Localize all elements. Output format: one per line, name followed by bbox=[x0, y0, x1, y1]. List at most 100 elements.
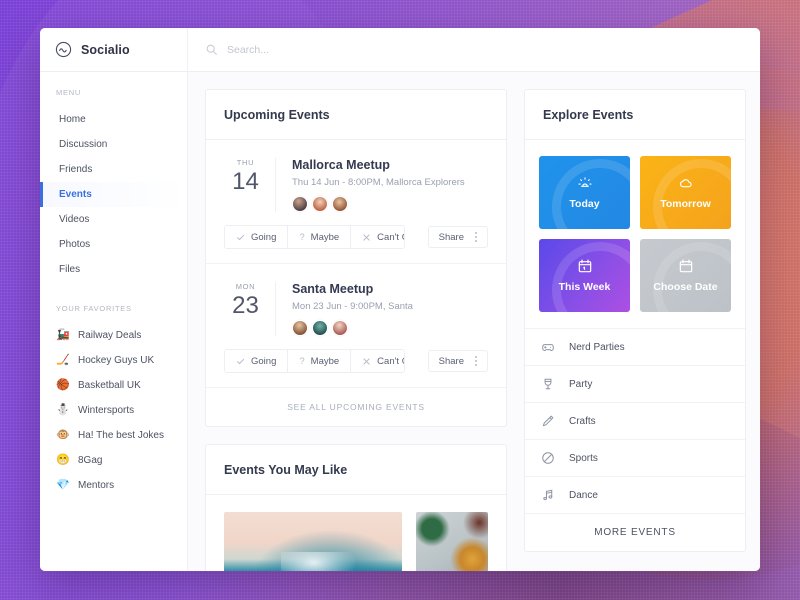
sidebar-item-label: Friends bbox=[59, 164, 93, 175]
sidebar-menu-label: MENU bbox=[56, 88, 82, 97]
sidebar-item-label: Discussion bbox=[59, 139, 108, 150]
avatar[interactable] bbox=[332, 196, 348, 212]
avatar[interactable] bbox=[292, 320, 308, 336]
category-label: Party bbox=[569, 378, 593, 390]
favorite-item-basketball-uk[interactable]: 🏀 Basketball UK bbox=[40, 373, 187, 398]
explore-tile-today[interactable]: Today bbox=[539, 156, 630, 229]
favorite-item-label: Ha! The best Jokes bbox=[78, 430, 164, 441]
explore-tile-label: This Week bbox=[558, 281, 611, 293]
pencil-icon bbox=[542, 415, 554, 427]
rsvp-button-group: Going ? Maybe Can't Go bbox=[224, 349, 405, 373]
event-row[interactable]: MON 23 Santa Meetup Mon 23 Jun - 9:00PM,… bbox=[206, 264, 506, 388]
explore-tiles-grid: Today Tomorrow This Week Choose Date bbox=[525, 140, 745, 328]
favorite-item-label: Mentors bbox=[78, 480, 115, 491]
section-title: Events You May Like bbox=[224, 462, 348, 477]
category-label: Nerd Parties bbox=[569, 341, 625, 353]
favorite-item-label: Hockey Guys UK bbox=[78, 355, 155, 366]
sun-icon bbox=[577, 177, 592, 187]
maybe-button[interactable]: ? Maybe bbox=[288, 226, 352, 248]
ball-icon bbox=[542, 452, 554, 464]
search-input[interactable] bbox=[227, 43, 487, 56]
category-label: Sports bbox=[569, 452, 598, 464]
sidebar-item-label: Photos bbox=[59, 239, 91, 250]
category-item-party[interactable]: Party bbox=[525, 365, 745, 402]
see-all-upcoming-events-link[interactable]: SEE ALL UPCOMING EVENTS bbox=[206, 388, 506, 426]
event-weekday: THU bbox=[236, 158, 255, 167]
category-item-dance[interactable]: Dance bbox=[525, 476, 745, 513]
avatar[interactable] bbox=[292, 196, 308, 212]
share-button[interactable]: Share bbox=[427, 226, 488, 248]
favorite-item-wintersports[interactable]: ⛄ Wintersports bbox=[40, 398, 187, 423]
grinning-face-emoji-icon: 😁 bbox=[56, 454, 70, 466]
avatar[interactable] bbox=[332, 320, 348, 336]
favorite-item-label: Railway Deals bbox=[78, 330, 142, 341]
event-title: Mallorca Meetup bbox=[292, 158, 390, 172]
going-button-label: Going bbox=[251, 231, 277, 243]
event-date-badge: THU 14 bbox=[224, 158, 276, 212]
maybe-button-label: Maybe bbox=[310, 231, 340, 243]
favorite-item-8gag[interactable]: 😁 8Gag bbox=[40, 448, 187, 473]
calendar-icon bbox=[578, 259, 591, 273]
wave-circle-icon bbox=[55, 41, 72, 58]
sidebar-item-files[interactable]: Files bbox=[40, 257, 187, 282]
explore-tile-choose-date[interactable]: Choose Date bbox=[640, 239, 731, 312]
basketball-emoji-icon: 🏀 bbox=[56, 379, 70, 391]
sidebar-item-videos[interactable]: Videos bbox=[40, 207, 187, 232]
app-window: Socialio MENU Home Discussion Friends Ev… bbox=[40, 28, 760, 571]
sidebar-item-discussion[interactable]: Discussion bbox=[40, 132, 187, 157]
sidebar-item-friends[interactable]: Friends bbox=[40, 157, 187, 182]
explore-tile-tomorrow[interactable]: Tomorrow bbox=[640, 156, 731, 229]
favorite-item-ha-the-best-jokes[interactable]: 🐵 Ha! The best Jokes bbox=[40, 423, 187, 448]
maybe-button[interactable]: ? Maybe bbox=[288, 350, 352, 372]
maybe-button-label: Maybe bbox=[310, 355, 340, 367]
favorite-item-railway-deals[interactable]: 🚂 Railway Deals bbox=[40, 323, 187, 348]
favorite-item-mentors[interactable]: 💎 Mentors bbox=[40, 473, 187, 498]
explore-events-card: Explore Events Today Tomorrow This Week … bbox=[524, 89, 746, 552]
cant-go-button-label: Can't Go bbox=[377, 355, 403, 367]
avatar[interactable] bbox=[312, 320, 328, 336]
event-row[interactable]: THU 14 Mallorca Meetup Thu 14 Jun - 8:00… bbox=[206, 140, 506, 264]
events-you-may-like-list bbox=[206, 495, 506, 571]
sidebar: MENU Home Discussion Friends Events Vide… bbox=[40, 72, 188, 571]
favorite-item-label: Wintersports bbox=[78, 405, 135, 416]
more-events-link[interactable]: MORE EVENTS bbox=[525, 513, 745, 551]
sidebar-favorites-label: YOUR FAVORITES bbox=[56, 304, 132, 313]
favorite-item-hockey-guys-uk[interactable]: 🏒 Hockey Guys UK bbox=[40, 348, 187, 373]
cant-go-button[interactable]: Can't Go bbox=[351, 350, 404, 372]
explore-events-header: Explore Events bbox=[525, 90, 745, 140]
explore-tile-label: Today bbox=[569, 198, 600, 210]
calendar-icon bbox=[679, 259, 692, 273]
monkey-emoji-icon: 🐵 bbox=[56, 429, 70, 441]
event-thumbnail-surfer[interactable] bbox=[224, 512, 402, 571]
category-item-crafts[interactable]: Crafts bbox=[525, 402, 745, 439]
food-photo bbox=[416, 512, 488, 571]
search-bar[interactable] bbox=[188, 43, 487, 56]
category-item-sports[interactable]: Sports bbox=[525, 439, 745, 476]
app-body: MENU Home Discussion Friends Events Vide… bbox=[40, 72, 760, 571]
event-date-badge: MON 23 bbox=[224, 282, 276, 336]
category-label: Crafts bbox=[569, 415, 596, 427]
brand[interactable]: Socialio bbox=[40, 28, 188, 71]
sidebar-item-photos[interactable]: Photos bbox=[40, 232, 187, 257]
sidebar-item-home[interactable]: Home bbox=[40, 107, 187, 132]
avatar[interactable] bbox=[312, 196, 328, 212]
events-you-may-like-header: Events You May Like bbox=[206, 445, 506, 495]
category-item-nerd-parties[interactable]: Nerd Parties bbox=[525, 328, 745, 365]
question-mark-icon: ? bbox=[299, 355, 305, 367]
attendee-avatars[interactable] bbox=[292, 320, 488, 336]
share-button[interactable]: Share bbox=[427, 350, 488, 372]
close-icon bbox=[363, 233, 370, 241]
more-options-icon[interactable] bbox=[475, 232, 477, 242]
wine-glass-icon bbox=[544, 378, 552, 390]
going-button[interactable]: Going bbox=[225, 226, 289, 248]
event-thumbnail-food[interactable] bbox=[416, 512, 488, 571]
cant-go-button[interactable]: Can't Go bbox=[351, 226, 404, 248]
going-button[interactable]: Going bbox=[225, 350, 289, 372]
more-options-icon[interactable] bbox=[475, 356, 477, 366]
question-mark-icon: ? bbox=[299, 231, 305, 243]
explore-tile-this-week[interactable]: This Week bbox=[539, 239, 630, 312]
attendee-avatars[interactable] bbox=[292, 196, 488, 212]
surfer-photo bbox=[224, 512, 402, 571]
sidebar-item-events[interactable]: Events bbox=[40, 182, 187, 207]
gamepad-icon bbox=[542, 344, 554, 351]
